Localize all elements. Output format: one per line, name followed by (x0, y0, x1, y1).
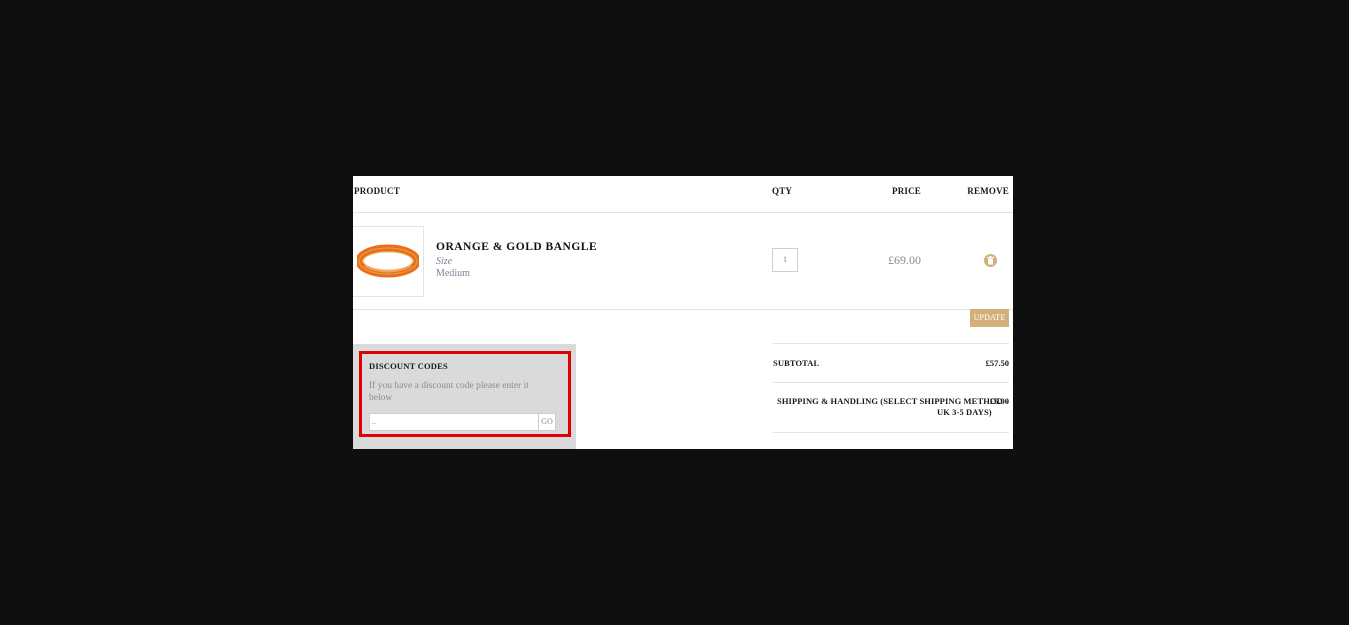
discount-description: If you have a discount code please enter… (369, 381, 529, 403)
item-price: £69.00 (888, 253, 921, 267)
cart-panel: PRODUCT QTY PRICE REMOVE ORANGE & GOLD B… (353, 176, 1013, 449)
header-price: PRICE (892, 186, 922, 196)
summary-divider-bottom (773, 432, 1009, 433)
remove-item-button[interactable] (984, 254, 997, 267)
quantity-input[interactable]: 1 (772, 248, 798, 272)
summary-divider-mid (773, 382, 1009, 383)
header-product: PRODUCT (354, 186, 400, 196)
shipping-label: SHIPPING & HANDLING (SELECT SHIPPING MET… (777, 396, 1009, 406)
update-cart-button[interactable]: UPDATE (970, 309, 1009, 327)
summary-divider-top (773, 343, 1009, 344)
shipping-label-method: UK 3-5 DAYS) (937, 407, 992, 417)
subtotal-value: £57.50 (985, 358, 1009, 368)
product-name[interactable]: ORANGE & GOLD BANGLE (436, 241, 597, 253)
subtotal-label: SUBTOTAL (773, 358, 820, 368)
discount-title: DISCOUNT CODES (369, 361, 448, 371)
header-qty: QTY (772, 186, 793, 196)
orange-bangle-image (357, 244, 419, 278)
header-remove: REMOVE (967, 186, 1009, 196)
discount-code-input[interactable]: .. (369, 413, 541, 431)
header-divider (353, 212, 1013, 213)
product-attribute-label: Size (436, 256, 453, 267)
discount-codes-panel: DISCOUNT CODES If you have a discount co… (353, 344, 576, 449)
item-divider (353, 309, 1013, 310)
trash-icon (987, 256, 994, 265)
product-thumbnail[interactable] (353, 226, 424, 297)
product-attribute-value: Medium (436, 268, 470, 279)
shipping-value: £5.00 (989, 396, 1009, 406)
discount-go-button[interactable]: GO (538, 413, 556, 431)
